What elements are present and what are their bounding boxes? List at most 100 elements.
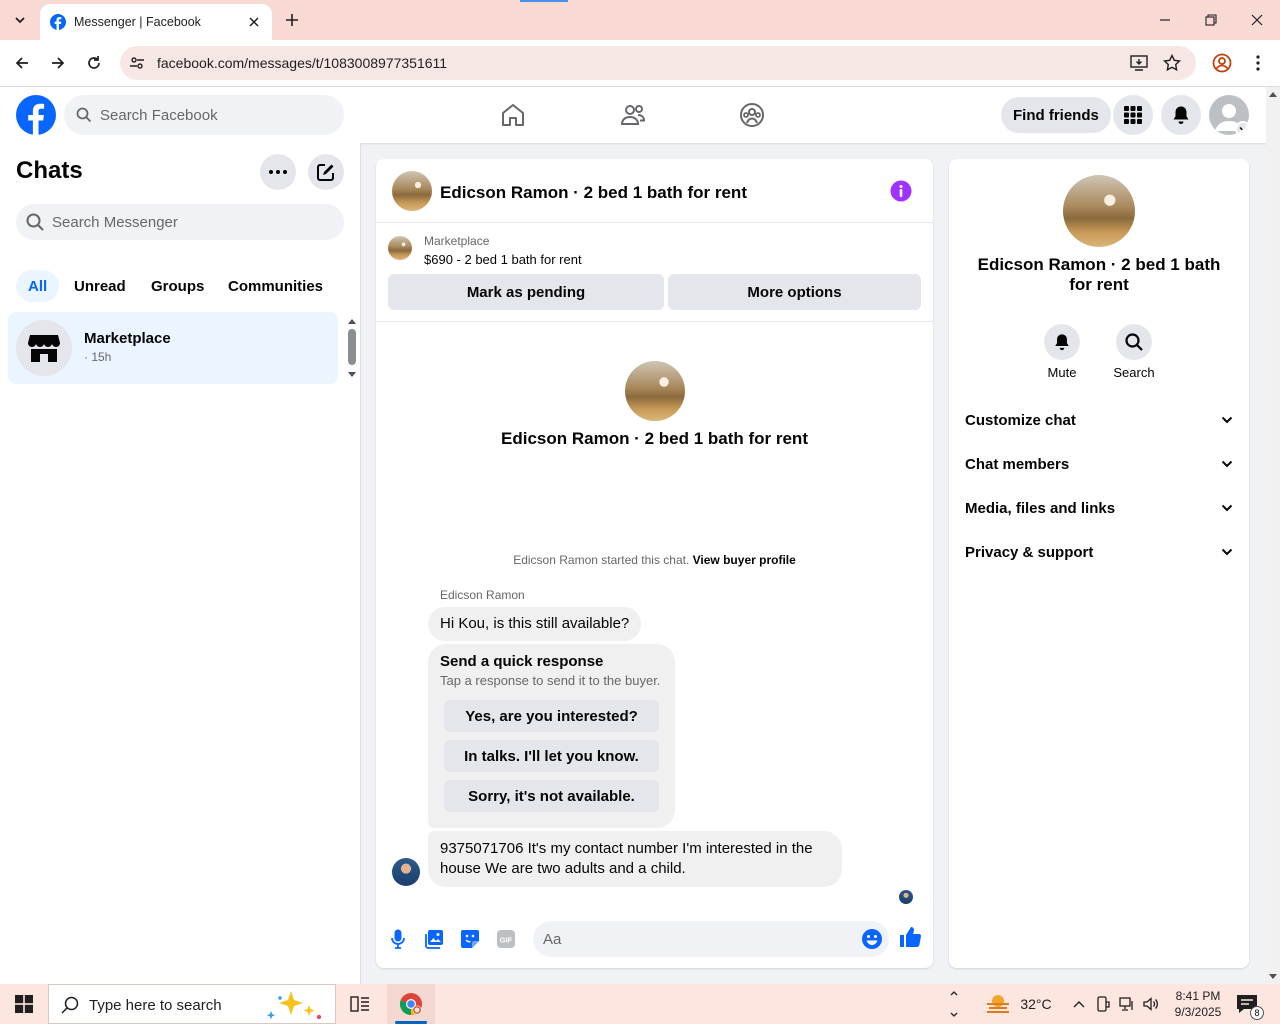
chevron-up-icon — [950, 991, 958, 996]
show-hidden-icons-button[interactable] — [1068, 984, 1090, 1024]
section-customize-chat[interactable]: Customize chat — [957, 400, 1241, 440]
search-label: Search — [1113, 365, 1155, 380]
notification-center-button[interactable]: 8 — [1236, 994, 1264, 1020]
section-media-files-links[interactable]: Media, files and links — [957, 488, 1241, 528]
new-message-button[interactable] — [308, 154, 344, 190]
groups-nav-button[interactable] — [736, 99, 768, 131]
info-icon[interactable] — [890, 180, 912, 202]
more-options-button[interactable]: More options — [668, 274, 921, 310]
tab-search-button[interactable] — [8, 8, 32, 32]
page-scrollbar[interactable] — [1266, 87, 1280, 984]
account-avatar-button[interactable] — [1209, 95, 1249, 135]
conversation-info-panel: Edicson Ramon · 2 bed 1 bath for rent Mu… — [949, 159, 1249, 968]
gif-button[interactable]: GIF — [494, 927, 518, 951]
chat-started-notice: Edicson Ramon started this chat. View bu… — [376, 553, 933, 567]
mark-as-pending-button[interactable]: Mark as pending — [388, 274, 664, 310]
install-app-icon[interactable] — [1130, 54, 1148, 72]
chat-list-scrollbar[interactable] — [345, 315, 359, 381]
scroll-thumb[interactable] — [348, 329, 356, 365]
back-button[interactable] — [10, 51, 34, 75]
conversation-title[interactable]: Edicson Ramon · 2 bed 1 bath for rent — [440, 183, 747, 203]
task-view-button[interactable] — [342, 988, 378, 1020]
listing-price-title[interactable]: $690 - 2 bed 1 bath for rent — [424, 252, 582, 267]
minimize-icon — [1160, 19, 1170, 21]
reload-icon — [88, 56, 100, 69]
forward-button[interactable] — [46, 51, 70, 75]
thumbs-up-icon[interactable] — [898, 925, 922, 949]
filter-groups[interactable]: Groups — [139, 270, 216, 302]
chevron-down-icon — [1221, 416, 1233, 424]
bell-icon — [1173, 106, 1189, 124]
listing-avatar[interactable] — [392, 171, 432, 211]
facebook-search[interactable] — [64, 95, 344, 135]
restore-button[interactable] — [1188, 0, 1234, 40]
intro-avatar — [625, 361, 685, 421]
taskbar-overflow-scroller[interactable] — [946, 984, 962, 1024]
notification-count: 8 — [1250, 1006, 1264, 1020]
home-nav-button[interactable] — [497, 99, 529, 131]
sticker-button[interactable] — [458, 927, 482, 951]
minimize-button[interactable] — [1142, 0, 1188, 40]
filter-all[interactable]: All — [16, 270, 60, 302]
section-chat-members[interactable]: Chat members — [957, 444, 1241, 484]
tab-close-icon[interactable] — [246, 14, 262, 30]
attach-photo-button[interactable] — [422, 927, 446, 951]
close-window-button[interactable] — [1234, 0, 1280, 40]
section-privacy-support[interactable]: Privacy & support — [957, 532, 1241, 572]
arrow-right-icon — [52, 57, 65, 69]
sender-avatar[interactable] — [392, 858, 420, 886]
browser-tab-messenger[interactable]: Messenger | Facebook — [40, 4, 272, 40]
address-bar[interactable]: facebook.com/messages/t/1083008977351611 — [120, 46, 1196, 80]
listing-source: Marketplace — [424, 234, 490, 248]
chevron-down-icon — [950, 1012, 958, 1017]
menu-button[interactable] — [1113, 95, 1153, 135]
facebook-header: Find friends — [0, 87, 1266, 143]
profile-button[interactable] — [1210, 51, 1234, 75]
voice-clip-button[interactable] — [386, 927, 410, 951]
messenger-search[interactable] — [16, 204, 344, 240]
weather-button[interactable] — [980, 984, 1016, 1024]
find-friends-button[interactable]: Find friends — [1001, 97, 1111, 133]
reload-button[interactable] — [82, 51, 106, 75]
system-clock[interactable]: 8:41 PM 9/3/2025 — [1164, 988, 1232, 1020]
filter-communities[interactable]: Communities — [216, 270, 335, 302]
new-tab-button[interactable] — [282, 10, 302, 30]
listing-thumbnail[interactable] — [388, 236, 412, 260]
speaker-icon — [1143, 997, 1158, 1011]
info-avatar[interactable] — [1063, 175, 1135, 247]
temperature[interactable]: 32°C — [1016, 984, 1056, 1024]
browser-menu-button[interactable] — [1246, 51, 1270, 75]
message-bubble[interactable]: 9375071706 It's my contact number I'm in… — [428, 831, 842, 887]
search-icon — [76, 107, 92, 123]
chevron-down-icon — [15, 17, 25, 24]
chat-list-item[interactable]: Marketplace · 15h — [8, 312, 338, 384]
taskbar-chrome[interactable] — [387, 984, 435, 1024]
quick-response-not-available[interactable]: Sorry, it's not available. — [444, 780, 659, 812]
view-buyer-profile-link[interactable]: View buyer profile — [693, 553, 796, 567]
bookmark-star-icon[interactable] — [1163, 54, 1181, 72]
meet-now-button[interactable] — [1092, 984, 1114, 1024]
message-composer[interactable] — [533, 921, 889, 957]
quick-response-in-talks[interactable]: In talks. I'll let you know. — [444, 740, 659, 772]
facebook-search-input[interactable] — [100, 95, 330, 135]
notifications-button[interactable] — [1161, 95, 1201, 135]
site-info-icon[interactable] — [128, 54, 146, 72]
start-button[interactable] — [0, 984, 48, 1024]
chat-options-button[interactable] — [260, 154, 296, 190]
volume-button[interactable] — [1140, 984, 1162, 1024]
message-input[interactable] — [543, 921, 853, 957]
quick-response-yes[interactable]: Yes, are you interested? — [444, 700, 659, 732]
search-in-conversation-button[interactable]: Search — [1104, 324, 1164, 380]
url-text: facebook.com/messages/t/1083008977351611 — [157, 55, 448, 71]
emoji-icon[interactable] — [861, 928, 883, 950]
mute-button[interactable]: Mute — [1032, 324, 1092, 380]
filter-unread[interactable]: Unread — [62, 270, 138, 302]
facebook-logo-icon[interactable] — [16, 95, 56, 135]
taskbar-search[interactable]: Type here to search — [48, 984, 336, 1024]
friends-nav-button[interactable] — [617, 99, 649, 131]
message-bubble[interactable]: Hi Kou, is this still available? — [428, 607, 642, 641]
search-icon-wrapper — [1116, 324, 1152, 360]
network-button[interactable] — [1116, 984, 1138, 1024]
quick-response-subtitle: Tap a response to send it to the buyer. — [440, 673, 661, 688]
messenger-search-input[interactable] — [52, 204, 332, 240]
